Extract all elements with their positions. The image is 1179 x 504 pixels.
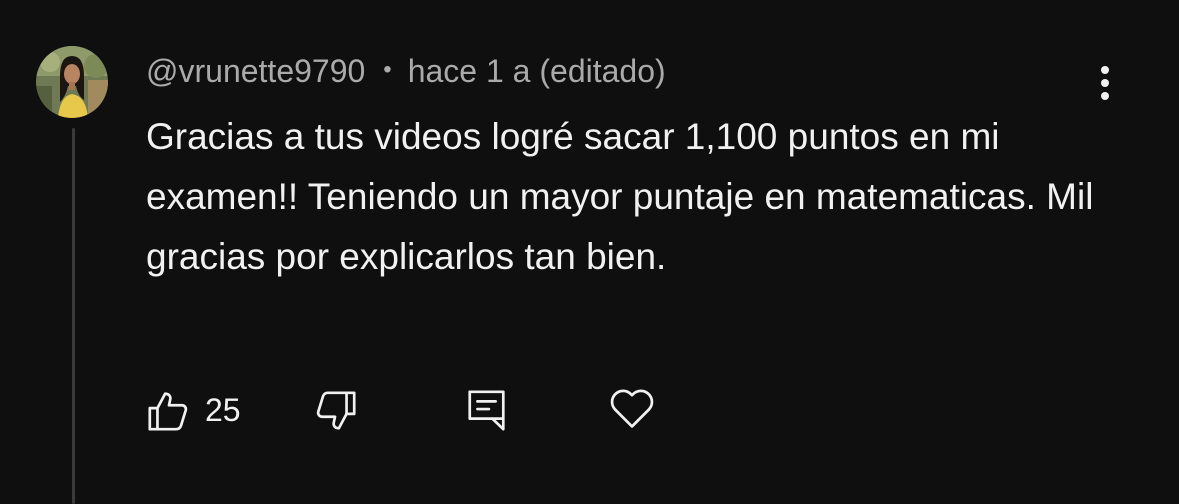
more-vertical-icon-dot [1101,79,1109,87]
thumbs-down-icon[interactable] [313,388,359,434]
more-options-button[interactable] [1086,60,1126,104]
comment-thread: @vrunette9790 • hace 1 a (editado) Graci… [0,0,1179,504]
heart-icon[interactable] [606,382,658,434]
thumbs-up-icon[interactable] [145,388,191,434]
comment-meta: @vrunette9790 • hace 1 a (editado) [146,51,666,91]
author-name[interactable]: @vrunette9790 [146,53,365,90]
more-vertical-icon-dot [1101,92,1109,100]
separator-dot: • [383,56,392,83]
comment-reply-icon[interactable] [464,387,510,433]
thread-line [72,128,75,504]
timestamp[interactable]: hace 1 a (editado) [408,53,666,90]
avatar-photo [36,46,108,118]
more-vertical-icon [1101,66,1109,74]
like-count: 25 [205,392,241,428]
comment-text: Gracias a tus videos logré sacar 1,100 p… [146,116,1094,277]
avatar[interactable] [36,46,108,118]
